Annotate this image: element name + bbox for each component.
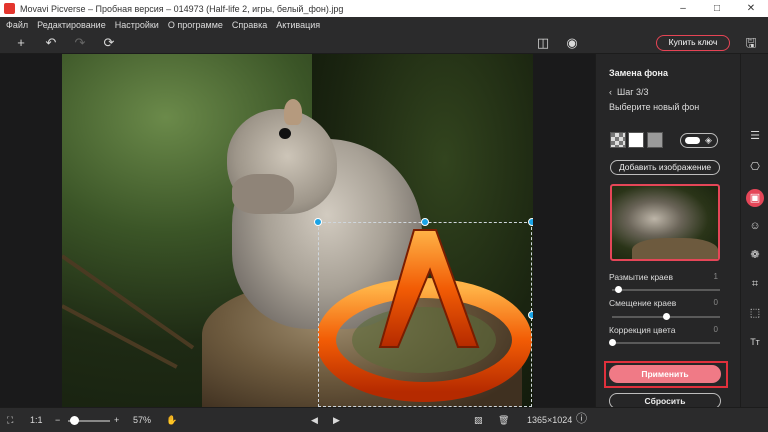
edge-blur-label: Размытие краев [609, 272, 674, 282]
resize-handle[interactable] [314, 218, 322, 226]
preview-eye-icon[interactable]: ◉ [564, 35, 580, 51]
add-icon[interactable]: + [13, 35, 29, 51]
trash-icon[interactable]: 🗑 [498, 413, 509, 427]
app-logo-icon [4, 3, 15, 14]
fill-bucket-icon: ◈ [705, 135, 712, 145]
face-icon[interactable]: ☺ [746, 217, 764, 235]
background-icon[interactable]: ▣ [746, 189, 764, 207]
adjust-icon[interactable]: ☰ [746, 127, 764, 145]
color-correction-knob[interactable] [609, 339, 616, 346]
add-image-button[interactable]: Добавить изображение [610, 160, 720, 175]
image-dimensions: 1365×1024 [527, 415, 573, 425]
minimize-button[interactable]: – [666, 0, 700, 17]
previous-image-icon[interactable]: ◀ [311, 413, 318, 427]
edge-shift-value: 0 [713, 298, 718, 307]
compare-icon[interactable]: ◫ [535, 35, 551, 51]
select-icon[interactable]: ⬚ [746, 304, 764, 322]
transparent-swatch[interactable] [610, 132, 626, 148]
resize-handle[interactable] [528, 218, 533, 226]
menu-file[interactable]: Файл [6, 20, 28, 30]
panel-title: Замена фона [609, 68, 668, 78]
status-bar: ⛶ 1:1 − + 57% ✋ ◀ ▶ ▨ 🗑 1365×1024 ⓘ [0, 407, 768, 432]
zoom-value: 57% [133, 415, 152, 425]
edge-shift-label: Смещение краев [609, 298, 677, 308]
menu-help[interactable]: Справка [232, 20, 267, 30]
edge-blur-value: 1 [713, 272, 718, 281]
menu-about[interactable]: О программе [168, 20, 223, 30]
menu-settings[interactable]: Настройки [115, 20, 159, 30]
maximize-button[interactable]: □ [700, 0, 734, 17]
toolbar: + ↶ ↷ ⟳ ◫ ◉ Купить ключ 🖫 [0, 32, 768, 54]
rotate-icon[interactable]: ⟳ [101, 35, 117, 51]
apply-button[interactable]: Применить [609, 365, 721, 383]
white-swatch[interactable] [628, 132, 644, 148]
zoom-slider-knob[interactable] [70, 416, 80, 425]
background-thumbnail[interactable] [610, 184, 720, 261]
stamp-icon[interactable]: ⎔ [746, 158, 764, 176]
hand-tool-icon[interactable]: ✋ [166, 413, 177, 427]
actual-size-button[interactable]: 1:1 [30, 413, 43, 427]
next-image-icon[interactable]: ▶ [333, 413, 340, 427]
squirrel-photo [62, 54, 533, 407]
filters-icon[interactable]: ❁ [746, 246, 764, 264]
menu-activation[interactable]: Активация [276, 20, 320, 30]
edge-blur-knob[interactable] [615, 286, 623, 293]
edge-shift-knob[interactable] [663, 313, 670, 320]
selection-box[interactable] [318, 222, 532, 407]
zoom-out-icon[interactable]: − [55, 413, 60, 427]
resize-handle[interactable] [421, 218, 429, 226]
redo-icon[interactable]: ↷ [72, 35, 88, 51]
color-correction-slider[interactable] [609, 339, 720, 346]
back-chevron-icon[interactable]: ‹ [609, 87, 612, 97]
save-icon[interactable]: 🖫 [743, 35, 759, 51]
tools-rail: ☰ ⎔ ▣ ☺ ❁ ⌗ ⬚ Tт [740, 54, 768, 407]
undo-icon[interactable]: ↶ [43, 35, 59, 51]
text-icon[interactable]: Tт [746, 333, 764, 351]
crop-icon[interactable]: ⌗ [746, 275, 764, 293]
buy-key-button[interactable]: Купить ключ [656, 35, 730, 51]
resize-handle[interactable] [528, 311, 533, 319]
title-bar: Movavi Picverse – Пробная версия – 01497… [0, 0, 768, 17]
step-label: Шаг 3/3 [617, 87, 649, 97]
zoom-in-icon[interactable]: + [114, 413, 119, 427]
panel-subtitle: Выберите новый фон [609, 102, 700, 112]
color-correction-value: 0 [713, 325, 718, 334]
image-gallery-icon[interactable]: ▨ [474, 413, 483, 427]
gray-swatch[interactable] [647, 132, 663, 148]
edge-shift-slider[interactable] [612, 313, 720, 320]
info-icon[interactable]: ⓘ [576, 412, 587, 426]
fit-screen-icon[interactable]: ⛶ [7, 413, 13, 427]
window-title: Movavi Picverse – Пробная версия – 01497… [20, 3, 344, 14]
image-canvas[interactable] [0, 54, 595, 407]
menu-bar: Файл Редактирование Настройки О программ… [0, 17, 768, 32]
menu-edit[interactable]: Редактирование [37, 20, 106, 30]
step-indicator[interactable]: ‹ Шаг 3/3 [609, 87, 649, 97]
color-correction-label: Коррекция цвета [609, 325, 676, 335]
close-button[interactable]: ✕ [734, 0, 768, 17]
background-replace-panel: Замена фона ‹ Шаг 3/3 Выберите новый фон… [595, 54, 740, 409]
edge-blur-slider[interactable] [612, 286, 720, 293]
color-picker-button[interactable]: ◈ [680, 133, 718, 148]
color-preview [685, 137, 700, 144]
